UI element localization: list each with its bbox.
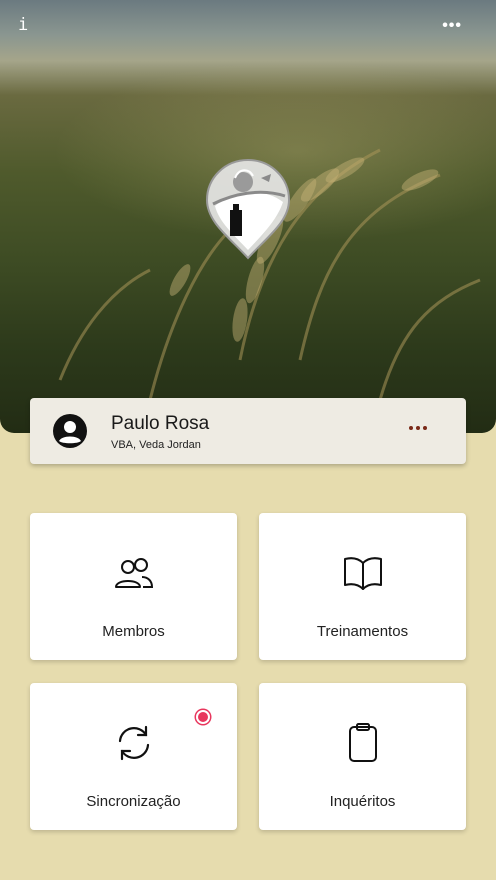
tile-inqueritos[interactable]: Inquéritos bbox=[259, 683, 466, 830]
profile-more-icon[interactable] bbox=[408, 420, 428, 436]
tile-membros[interactable]: Membros bbox=[30, 513, 237, 660]
tile-treinamentos[interactable]: Treinamentos bbox=[259, 513, 466, 660]
notification-badge bbox=[198, 712, 208, 722]
profile-name: Paulo Rosa bbox=[111, 413, 210, 434]
people-icon bbox=[115, 558, 154, 588]
sync-icon bbox=[118, 725, 150, 761]
header-image: i ••• bbox=[0, 0, 496, 433]
tile-label: Inquéritos bbox=[329, 793, 396, 810]
tile-sincronizacao[interactable]: Sincronização bbox=[30, 683, 237, 830]
more-options-icon[interactable]: ••• bbox=[442, 17, 462, 35]
info-icon[interactable]: i bbox=[18, 16, 28, 34]
book-icon bbox=[344, 557, 382, 590]
tile-label: Sincronização bbox=[86, 793, 181, 810]
tile-label: Treinamentos bbox=[316, 623, 409, 640]
tile-label: Membros bbox=[102, 623, 165, 640]
profile-card[interactable]: Paulo Rosa VBA, Veda Jordan bbox=[30, 398, 466, 464]
clipboard-icon bbox=[349, 723, 377, 762]
profile-subtitle: VBA, Veda Jordan bbox=[111, 439, 201, 451]
avatar-icon bbox=[53, 414, 87, 448]
app-logo bbox=[205, 158, 291, 260]
